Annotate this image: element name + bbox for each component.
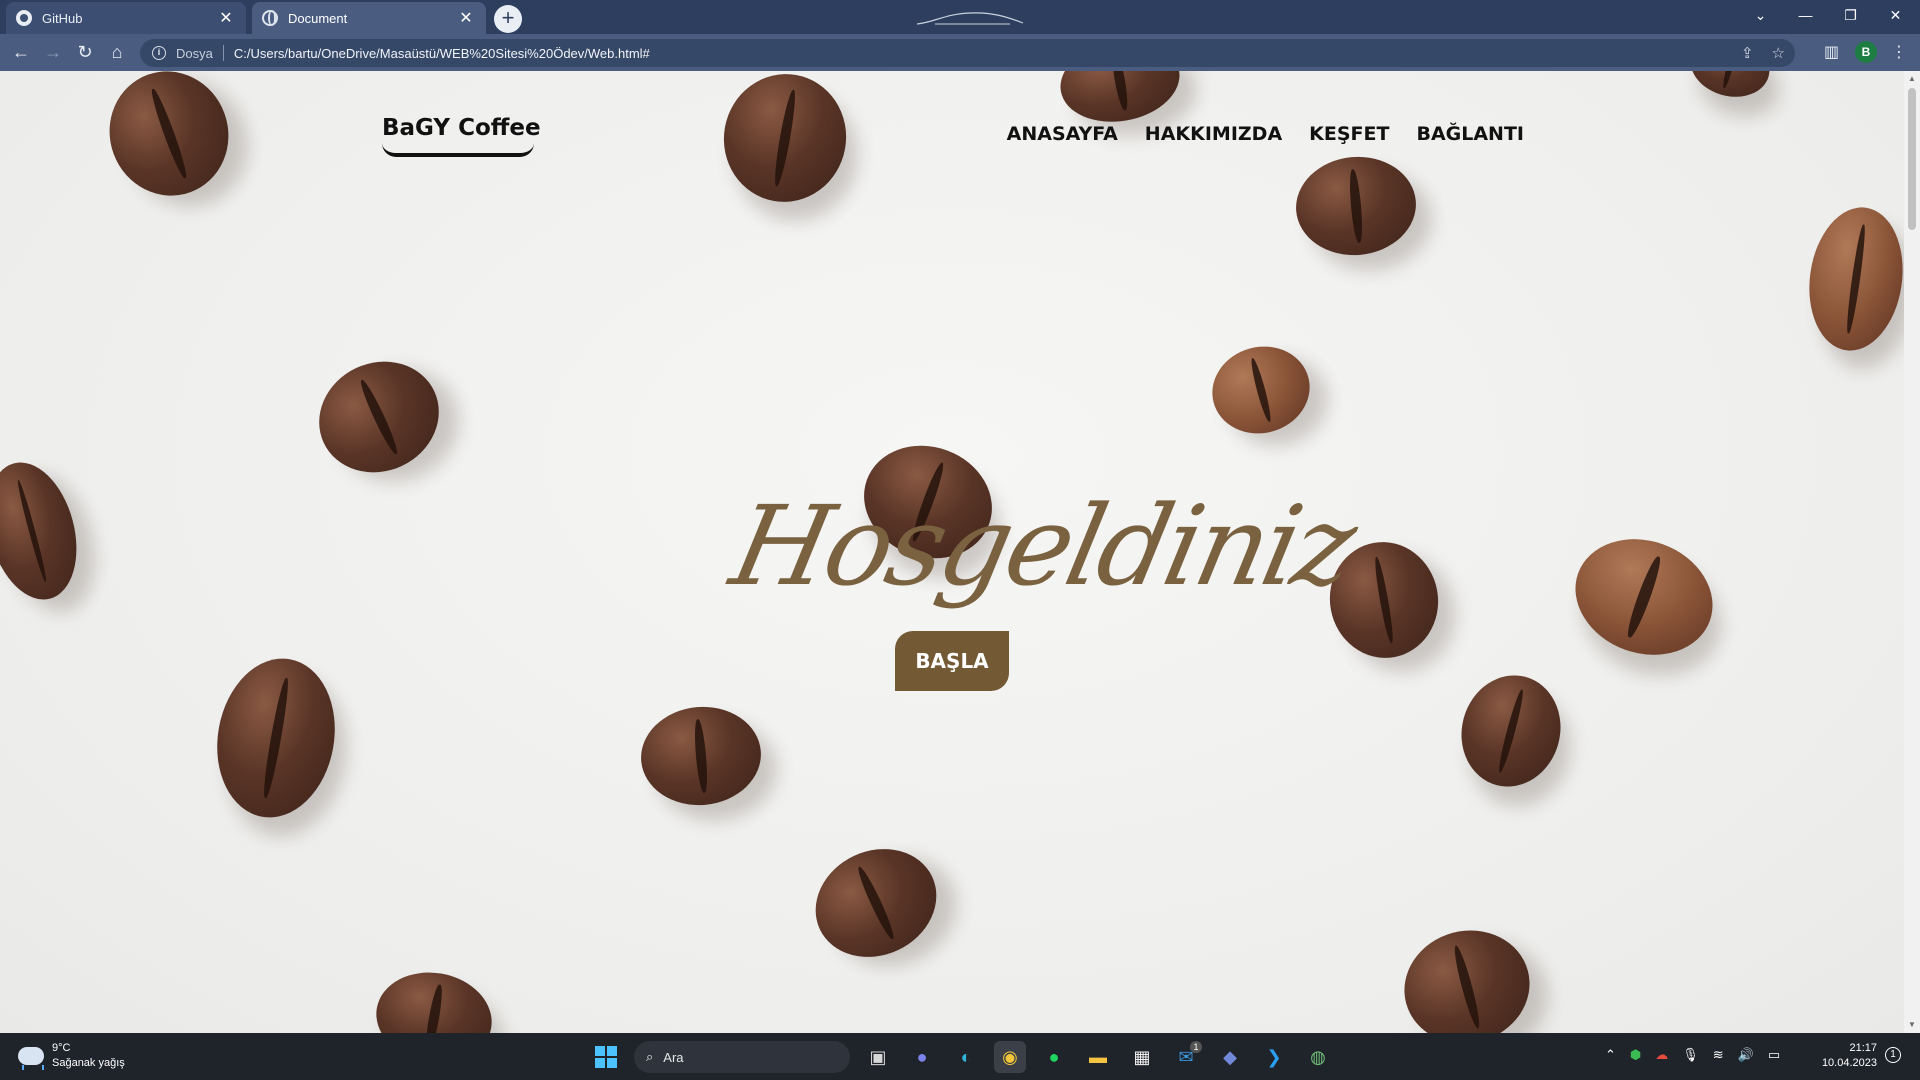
battery-icon[interactable]: ▭	[1768, 1047, 1780, 1063]
start-button[interactable]	[590, 1041, 622, 1073]
nav-link-hakkimizda[interactable]: HAKKIMIZDA	[1145, 123, 1282, 145]
clock-date: 10.04.2023	[1821, 1057, 1877, 1069]
coffee-bean-image	[797, 829, 955, 977]
taskbar-search[interactable]: ⌕ Ara	[634, 1041, 850, 1073]
main-nav: ANASAYFA HAKKIMIZDA KEŞFET BAĞLANTI	[1007, 123, 1524, 145]
clock-time: 21:17	[1849, 1042, 1877, 1054]
tab-title: GitHub	[42, 10, 83, 26]
coffee-bean-image	[1800, 201, 1904, 357]
coffee-bean-image	[369, 963, 499, 1033]
menu-icon[interactable]: ⋮	[1891, 42, 1907, 62]
home-icon[interactable]: ⌂	[104, 39, 130, 65]
info-icon[interactable]: i	[152, 46, 166, 60]
coffee-bean-image	[1683, 71, 1777, 106]
nav-link-baglanti[interactable]: BAĞLANTI	[1416, 123, 1524, 145]
tab-github[interactable]: GitHub ✕	[6, 2, 246, 34]
github-icon	[16, 10, 32, 26]
close-tab-icon[interactable]: ✕	[216, 8, 236, 28]
page-scrollbar[interactable]: ▲ ▼	[1904, 71, 1920, 1033]
close-window-button[interactable]: ✕	[1873, 0, 1918, 30]
address-bar[interactable]: i Dosya C:/Users/bartu/OneDrive/Masaüstü…	[140, 39, 1795, 67]
mail-badge: 1	[1190, 1041, 1202, 1053]
logo-underline	[382, 143, 534, 157]
notification-badge[interactable]: 1	[1885, 1047, 1901, 1063]
hero-title: Hosgeldiniz	[721, 482, 1364, 610]
tab-search-button[interactable]: ⌄	[1738, 0, 1783, 30]
side-panel-icon[interactable]: ▥	[1824, 42, 1839, 62]
discord-icon[interactable]: ◆	[1214, 1041, 1246, 1073]
windows-taskbar: 9°C Sağanak yağış ⌕ Ara ▣ ● ◐ ◉ ● ▬ ▦ ✉ 1…	[0, 1033, 1920, 1080]
vscode-icon[interactable]: ❯	[1258, 1041, 1290, 1073]
teams-icon[interactable]: ●	[906, 1041, 938, 1073]
coffee-bean-image	[1053, 71, 1187, 131]
onedrive-icon[interactable]: ☁	[1655, 1047, 1668, 1063]
system-tray: ⌃ ⬢ ☁ 🎙 ≋ 🔊 ▭	[1605, 1047, 1780, 1063]
coffee-bean-image	[0, 452, 91, 610]
scrollbar-thumb[interactable]	[1908, 88, 1916, 230]
back-icon[interactable]: ←	[8, 39, 34, 65]
browser-toolbar: ← → ↻ ⌂ i Dosya C:/Users/bartu/OneDrive/…	[0, 34, 1920, 71]
forward-icon[interactable]: →	[40, 39, 66, 65]
coffee-bean-image	[1291, 151, 1421, 261]
rain-cloud-icon	[18, 1047, 44, 1070]
microphone-icon[interactable]: 🎙	[1682, 1047, 1699, 1063]
profile-avatar[interactable]: B	[1855, 41, 1877, 63]
microsoft-store-icon[interactable]: ▦	[1126, 1041, 1158, 1073]
coffee-bean-image	[1391, 916, 1543, 1033]
scroll-down-icon[interactable]: ▼	[1904, 1017, 1920, 1033]
browser-titlebar: GitHub ✕ Document ✕ + ⌄ — ❐ ✕	[0, 0, 1920, 34]
coffee-bean-image	[300, 342, 458, 492]
nav-link-kesfet[interactable]: KEŞFET	[1309, 123, 1389, 145]
globe-icon	[262, 10, 278, 26]
coffee-bean-image	[636, 701, 766, 811]
coffee-bean-image	[1449, 664, 1573, 798]
reload-icon[interactable]: ↻	[72, 39, 98, 65]
weather-widget[interactable]: 9°C Sağanak yağış	[18, 1041, 125, 1071]
windows-logo-icon	[595, 1046, 617, 1068]
coffee-bean-image	[204, 649, 348, 827]
weather-condition: Sağanak yağış	[52, 1057, 125, 1069]
earth-app-icon[interactable]: ◍	[1302, 1041, 1334, 1073]
scroll-up-icon[interactable]: ▲	[1904, 71, 1920, 87]
search-icon: ⌕	[646, 1049, 654, 1064]
taskbar-apps: ⌕ Ara ▣ ● ◐ ◉ ● ▬ ▦ ✉ 1 ◆ ❯ ◍	[590, 1041, 1334, 1073]
new-tab-button[interactable]: +	[494, 5, 522, 33]
edge-icon[interactable]: ◐	[950, 1041, 982, 1073]
restore-button[interactable]: ❐	[1828, 0, 1873, 30]
start-button[interactable]: BAŞLA	[895, 631, 1009, 691]
page-viewport: BaGY Coffee ANASAYFA HAKKIMIZDA KEŞFET B…	[0, 71, 1904, 1033]
url-text[interactable]: C:/Users/bartu/OneDrive/Masaüstü/WEB%20S…	[234, 46, 650, 61]
site-logo[interactable]: BaGY Coffee	[382, 115, 541, 141]
search-placeholder: Ara	[663, 1049, 684, 1065]
close-tab-icon[interactable]: ✕	[456, 8, 476, 28]
coffee-bean-image	[1202, 335, 1320, 445]
wifi-icon[interactable]: ≋	[1713, 1047, 1724, 1063]
task-view-icon[interactable]: ▣	[862, 1041, 894, 1073]
coffee-bean-image	[713, 71, 857, 212]
taskbar-clock[interactable]: 21:17 10.04.2023	[1812, 1041, 1877, 1071]
show-hidden-icons-icon[interactable]: ⌃	[1605, 1047, 1616, 1063]
car-theme-icon	[916, 12, 1024, 25]
bookmark-star-icon[interactable]: ☆	[1772, 44, 1785, 62]
spotify-icon[interactable]: ●	[1038, 1041, 1070, 1073]
mail-icon[interactable]: ✉ 1	[1170, 1041, 1202, 1073]
coffee-bean-image	[1559, 520, 1729, 674]
file-explorer-icon[interactable]: ▬	[1082, 1041, 1114, 1073]
nav-link-anasayfa[interactable]: ANASAYFA	[1007, 123, 1118, 145]
scheme-label: Dosya	[176, 45, 213, 61]
security-icon[interactable]: ⬢	[1630, 1047, 1641, 1063]
chrome-icon[interactable]: ◉	[994, 1041, 1026, 1073]
tab-document[interactable]: Document ✕	[252, 2, 486, 34]
weather-temp: 9°C	[52, 1042, 71, 1054]
minimize-button[interactable]: —	[1783, 0, 1828, 30]
share-icon[interactable]: ⇪	[1741, 44, 1754, 62]
volume-icon[interactable]: 🔊	[1738, 1047, 1754, 1063]
divider	[222, 45, 224, 61]
tab-title: Document	[288, 10, 348, 26]
coffee-bean-image	[92, 71, 246, 213]
